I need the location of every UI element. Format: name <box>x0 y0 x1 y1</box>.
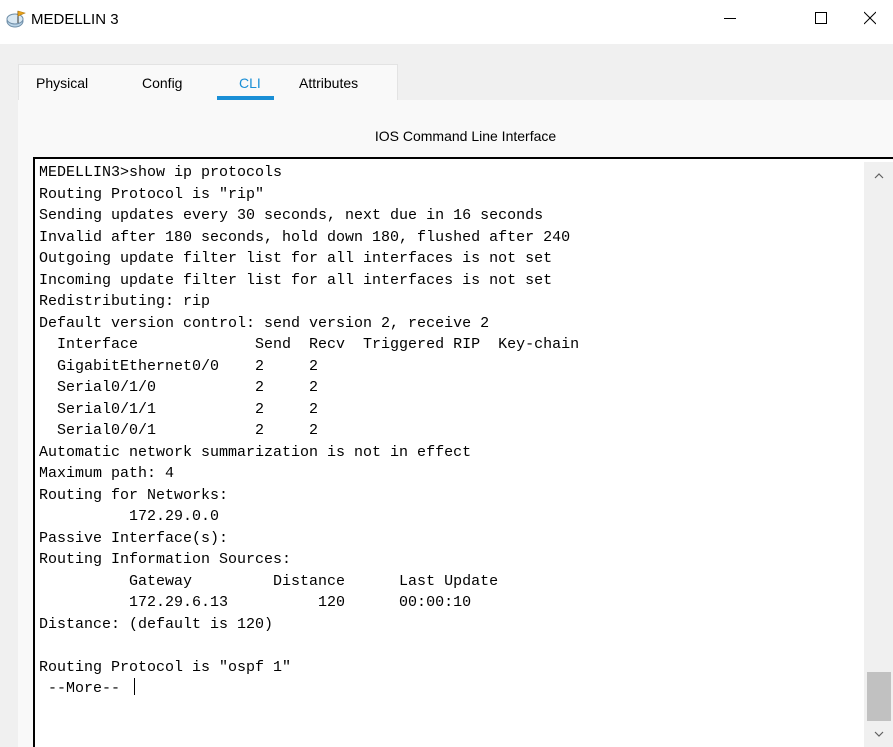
terminal-line: Invalid after 180 seconds, hold down 180… <box>39 228 571 246</box>
scroll-down-button[interactable] <box>864 724 893 744</box>
terminal-line: Serial0/1/1 2 2 <box>39 400 319 418</box>
cli-panel: IOS Command Line Interface MEDELLIN3>sho… <box>18 100 893 747</box>
scroll-up-button[interactable] <box>864 165 893 185</box>
vertical-scrollbar[interactable] <box>864 162 893 747</box>
window-title: MEDELLIN 3 <box>31 11 119 28</box>
terminal-line: Sending updates every 30 seconds, next d… <box>39 207 544 224</box>
terminal-line: 172.29.0.0 <box>39 508 220 525</box>
terminal-line: Routing Protocol is "ospf 1" <box>39 658 292 676</box>
terminal-line: Automatic network summarization is not i… <box>39 443 472 461</box>
tab-attributes[interactable]: Attributes <box>299 65 358 101</box>
chevron-up-icon <box>874 166 884 184</box>
terminal-line: Maximum path: 4 <box>39 465 175 482</box>
chevron-down-icon <box>874 725 884 743</box>
router-icon <box>6 9 26 29</box>
terminal-line: Gateway Distance Last Update <box>39 572 499 590</box>
close-button[interactable] <box>863 0 893 40</box>
tab-physical[interactable]: Physical <box>36 65 88 101</box>
tab-bar: Physical Config CLI Attributes <box>18 64 398 101</box>
maximize-button[interactable] <box>798 0 844 40</box>
terminal-line: GigabitEthernet0/0 2 2 <box>39 357 319 375</box>
app-window: MEDELLIN 3 Physical Config CLI Attribute… <box>0 0 893 747</box>
title-bar[interactable]: MEDELLIN 3 <box>0 0 893 44</box>
terminal-line: Incoming update filter list for all inte… <box>39 271 553 289</box>
maximize-icon <box>815 11 827 29</box>
text-cursor <box>134 678 136 695</box>
terminal-line: Serial0/1/0 2 2 <box>39 379 319 396</box>
terminal-line: Default version control: send version 2,… <box>39 314 490 332</box>
terminal-line: 172.29.6.13 120 00:00:10 <box>39 594 472 611</box>
terminal-line: MEDELLIN3>show ip protocols <box>39 164 283 181</box>
minimize-icon <box>724 11 736 29</box>
cli-terminal[interactable]: MEDELLIN3>show ip protocols Routing Prot… <box>33 157 893 747</box>
terminal-line: Routing for Networks: <box>39 486 229 504</box>
terminal-output: MEDELLIN3>show ip protocols Routing Prot… <box>39 162 579 700</box>
scroll-thumb[interactable] <box>867 672 891 721</box>
terminal-line: Serial0/0/1 2 2 <box>39 422 319 439</box>
tab-config[interactable]: Config <box>142 65 182 101</box>
terminal-line: Distance: (default is 120) <box>39 615 274 633</box>
close-icon <box>863 11 877 30</box>
terminal-line: Redistributing: rip <box>39 293 211 310</box>
terminal-line: Outgoing update filter list for all inte… <box>39 250 553 267</box>
client-area: Physical Config CLI Attributes IOS Comma… <box>0 44 893 747</box>
panel-title: IOS Command Line Interface <box>374 128 557 144</box>
terminal-line: Routing Protocol is "rip" <box>39 185 265 203</box>
more-prompt: --More-- <box>39 680 130 697</box>
terminal-line: Interface Send Recv Triggered RIP Key-ch… <box>39 336 580 353</box>
terminal-line: Routing Information Sources: <box>39 551 292 568</box>
terminal-line: Passive Interface(s): <box>39 529 229 547</box>
minimize-button[interactable] <box>707 0 753 40</box>
